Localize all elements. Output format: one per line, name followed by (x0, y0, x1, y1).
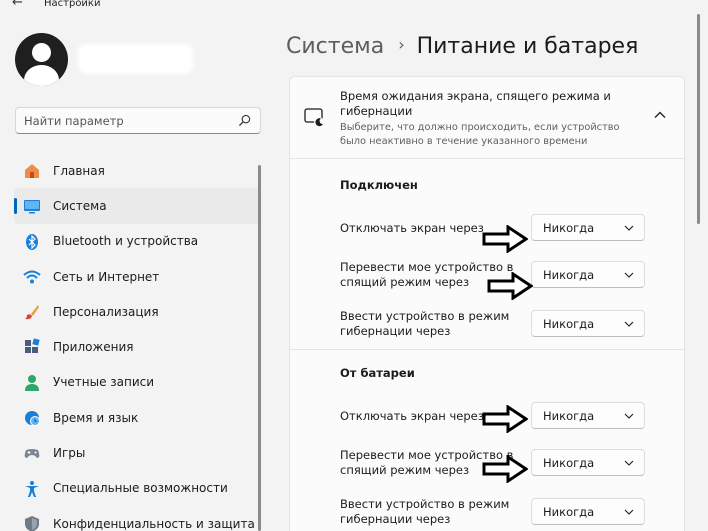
gamepad-icon (24, 449, 40, 459)
accessibility-icon (25, 480, 39, 497)
on-battery-section-title: От батареи (340, 366, 415, 380)
sidebar-item-label: Учетные записи (53, 375, 155, 390)
sidebar-item-home[interactable]: Главная (14, 153, 260, 188)
plugged-hibernate-dropdown[interactable]: Никогда (531, 310, 645, 337)
chevron-down-icon (624, 225, 634, 231)
brush-icon (25, 305, 39, 320)
sidebar-item-accessibility[interactable]: Специальные возможности (14, 471, 260, 506)
sidebar-item-label: Bluetooth и устройства (53, 234, 199, 249)
sidebar-item-label: Главная (53, 163, 105, 178)
dropdown-value: Никогда (543, 409, 595, 423)
breadcrumb: Система › Питание и батарея (286, 34, 638, 59)
battery-screen-off-dropdown[interactable]: Никогда (531, 402, 645, 429)
right-arrow-annotation-icon (487, 272, 533, 300)
breadcrumb-separator: › (398, 35, 405, 54)
plugged-sleep-dropdown[interactable]: Никогда (531, 261, 645, 288)
sidebar-item-privacy[interactable]: Конфиденциальность и защита (14, 506, 260, 531)
right-arrow-annotation-icon (482, 225, 528, 253)
sidebar-nav: Главная Система Bluetooth и устройства С… (14, 153, 260, 531)
dropdown-value: Никогда (543, 505, 595, 519)
app-title: Настройки (44, 0, 101, 9)
sidebar-item-label: Время и язык (53, 410, 139, 425)
display-icon (24, 200, 40, 214)
dropdown-value: Никогда (543, 221, 595, 235)
sidebar-item-label: Специальные возможности (53, 481, 228, 496)
person-icon (25, 374, 39, 391)
sidebar-scrollbar[interactable] (258, 165, 261, 531)
arrow-left-icon[interactable]: ← (12, 0, 30, 11)
chevron-down-icon (624, 509, 634, 515)
plugged-in-section-title: Подключен (340, 178, 418, 192)
plugged-hibernate-label: Ввести устройство в режим гибернации чер… (340, 309, 510, 338)
search-icon[interactable] (238, 114, 251, 127)
sidebar-item-label: Система (53, 198, 107, 213)
battery-hibernate-label: Ввести устройство в режим гибернации чер… (340, 497, 510, 526)
page-title: Питание и батарея (416, 34, 639, 59)
title-bar: ← Настройки (0, 0, 708, 12)
section-header-title: Время ожидания экрана, спящего режима и … (340, 89, 611, 118)
chevron-up-icon[interactable] (654, 110, 666, 120)
bluetooth-icon (26, 233, 38, 250)
username-redacted (78, 44, 193, 74)
sidebar-item-label: Сеть и Интернет (53, 269, 160, 284)
battery-sleep-dropdown[interactable]: Никогда (531, 449, 645, 476)
sidebar-item-accounts[interactable]: Учетные записи (14, 365, 260, 400)
dropdown-value: Никогда (543, 268, 595, 282)
sidebar-item-label: Приложения (53, 340, 134, 355)
avatar[interactable] (15, 33, 68, 86)
content-scrollbar[interactable] (697, 14, 700, 224)
shield-icon (25, 515, 39, 531)
battery-hibernate-dropdown[interactable]: Никогда (531, 498, 645, 525)
screen-sleep-icon (304, 108, 324, 127)
sidebar-item-label: Конфиденциальность и защита (53, 516, 255, 531)
right-arrow-annotation-icon (482, 405, 528, 433)
sleep-settings-header[interactable]: Время ожидания экрана, спящего режима и … (290, 77, 684, 159)
apps-icon (25, 338, 40, 354)
sidebar-item-gaming[interactable]: Игры (14, 435, 260, 470)
chevron-down-icon (624, 272, 634, 278)
sidebar-item-label: Игры (53, 446, 86, 461)
sidebar-item-label: Персонализация (53, 304, 159, 319)
search-input[interactable] (24, 112, 229, 130)
sidebar-item-bluetooth[interactable]: Bluetooth и устройства (14, 224, 260, 259)
sidebar-item-network[interactable]: Сеть и Интернет (14, 259, 260, 294)
dropdown-value: Никогда (543, 317, 595, 331)
search-box[interactable] (15, 107, 261, 134)
chevron-down-icon (624, 413, 634, 419)
right-arrow-annotation-icon (482, 455, 528, 483)
home-icon (25, 164, 39, 178)
wifi-icon (23, 270, 41, 284)
sidebar-item-time-language[interactable]: Время и язык (14, 400, 260, 435)
sidebar-item-personalization[interactable]: Персонализация (14, 294, 260, 329)
sidebar-item-apps[interactable]: Приложения (14, 329, 260, 364)
breadcrumb-parent[interactable]: Система (286, 34, 384, 59)
plugged-screen-off-dropdown[interactable]: Никогда (531, 214, 645, 241)
dropdown-value: Никогда (543, 456, 595, 470)
section-divider (290, 349, 684, 350)
section-header-description: Выберите, что должно происходить, если у… (340, 122, 620, 147)
chevron-down-icon (624, 321, 634, 327)
chevron-down-icon (624, 460, 634, 466)
sidebar-item-system[interactable]: Система (14, 188, 260, 224)
globe-clock-icon (25, 411, 40, 427)
